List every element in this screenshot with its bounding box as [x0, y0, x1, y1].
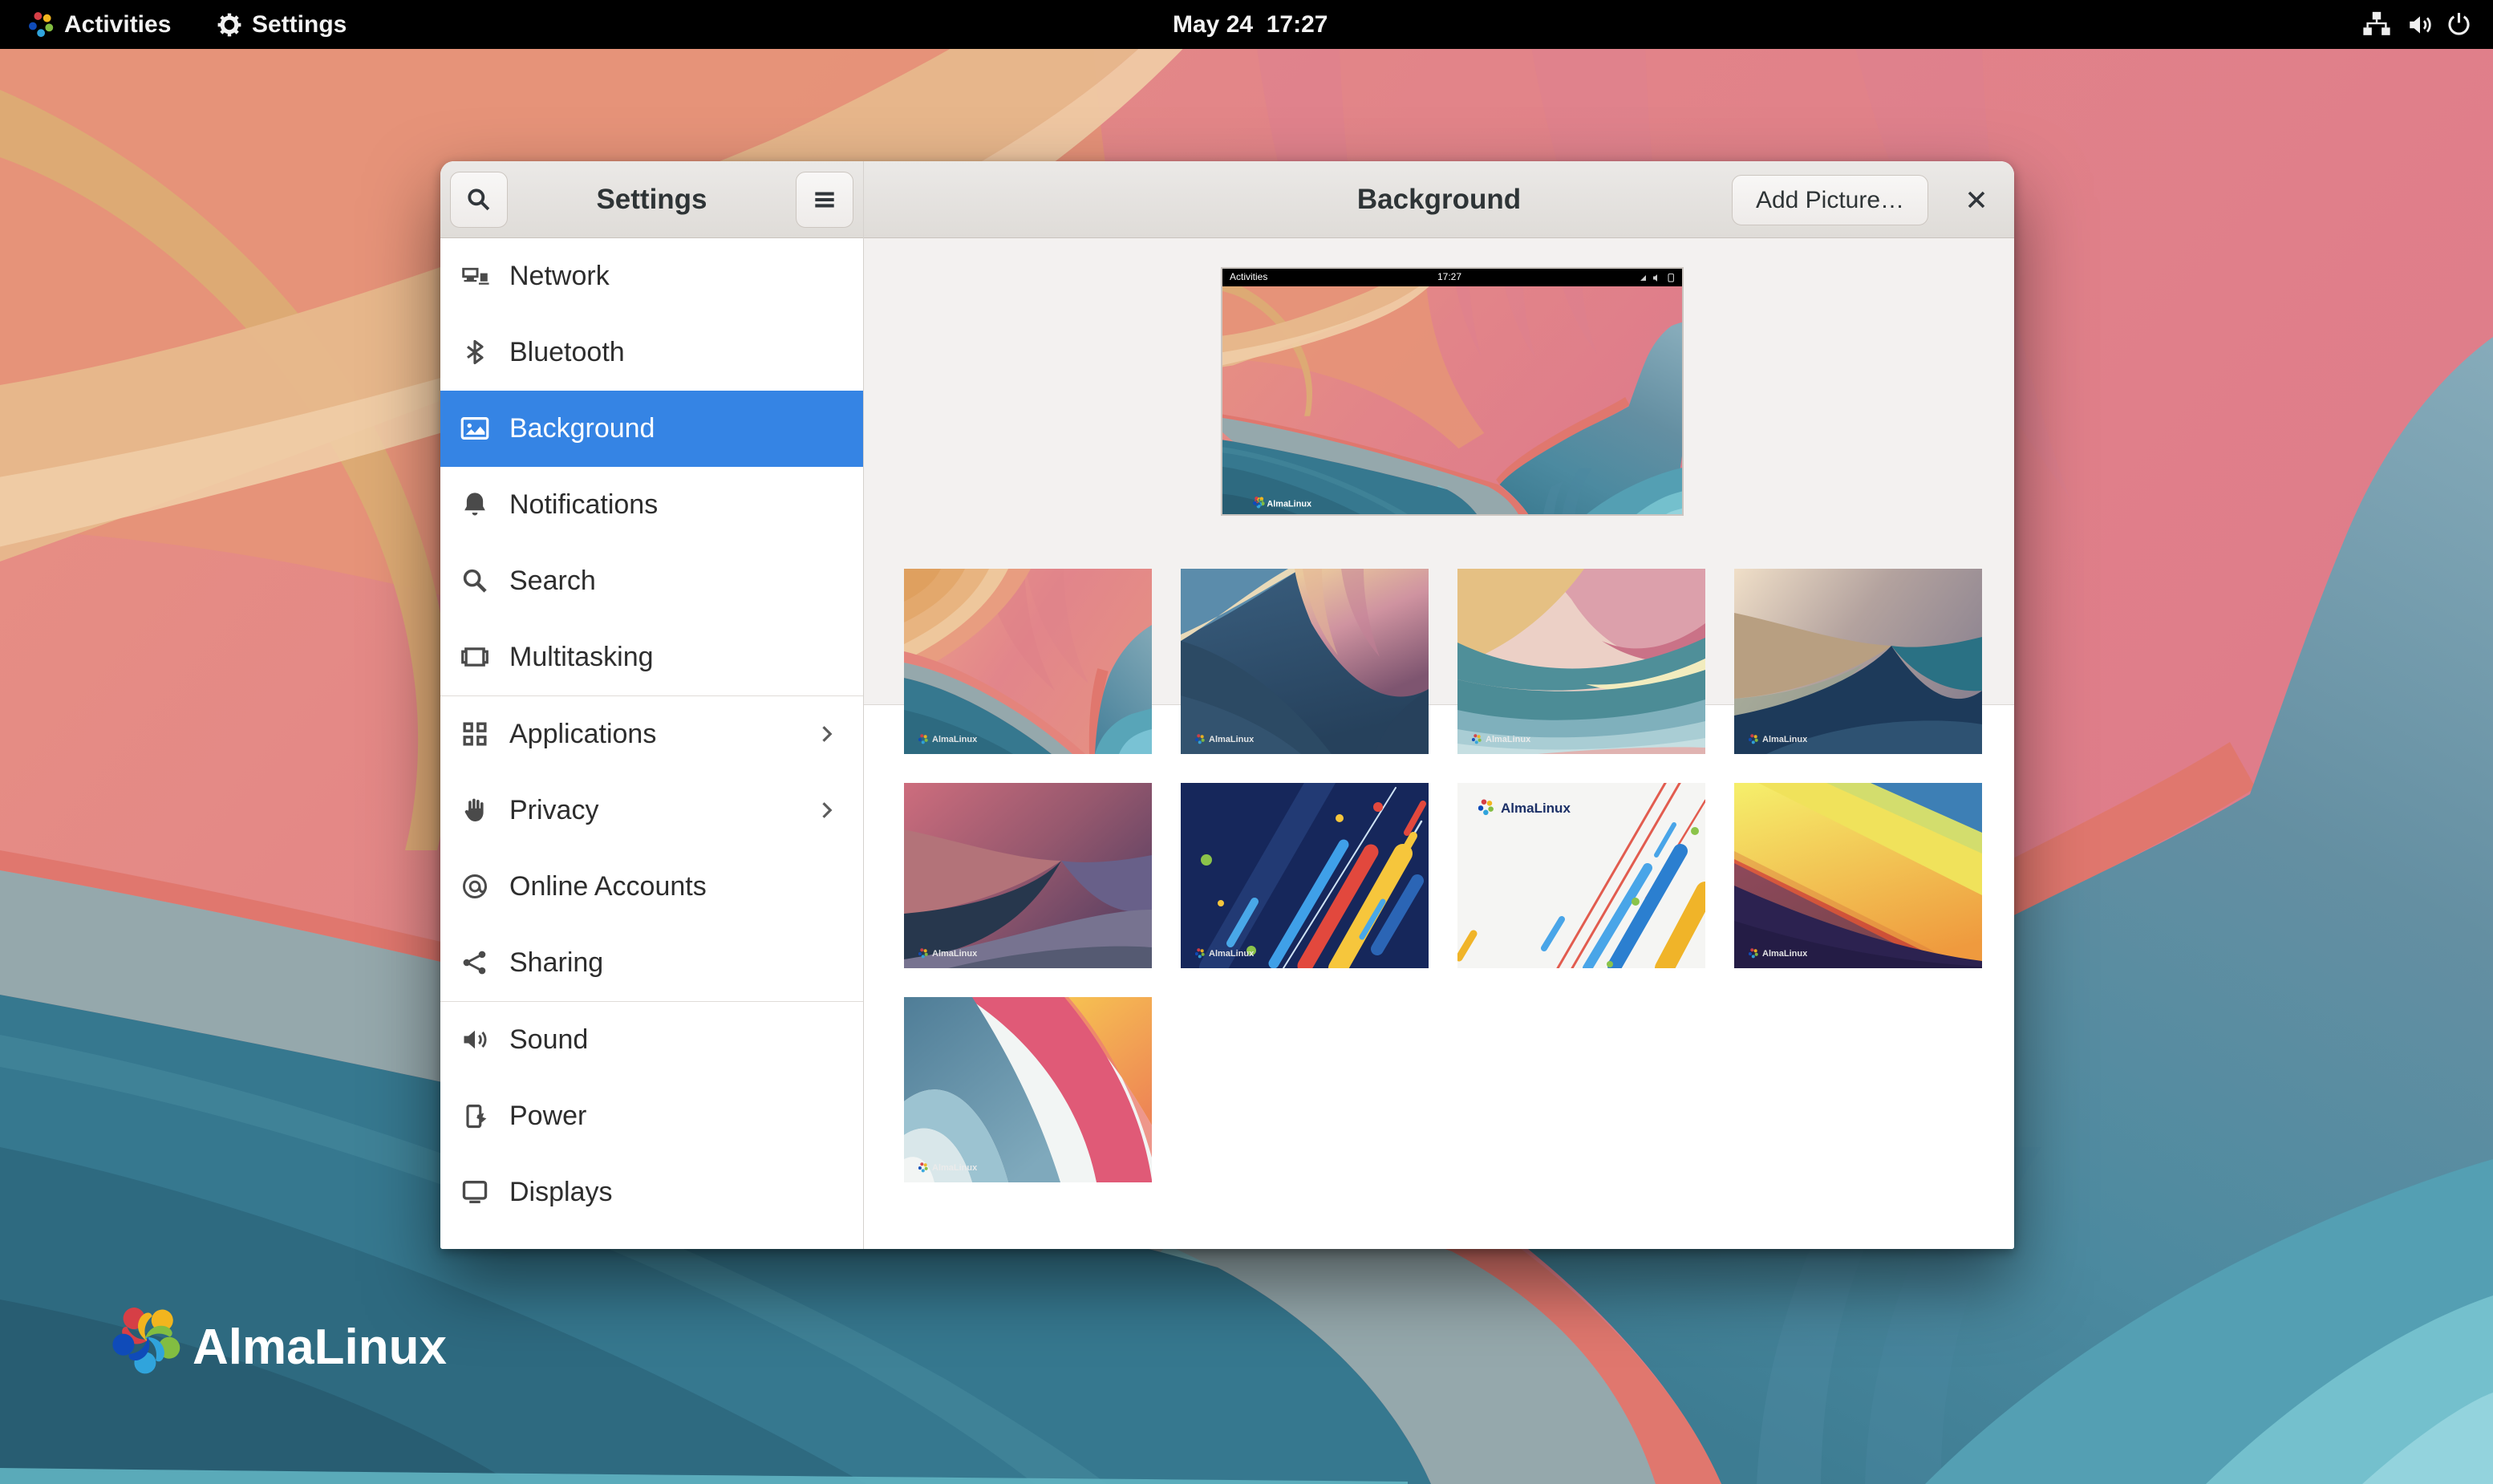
svg-text:AlmaLinux: AlmaLinux: [1501, 801, 1571, 816]
